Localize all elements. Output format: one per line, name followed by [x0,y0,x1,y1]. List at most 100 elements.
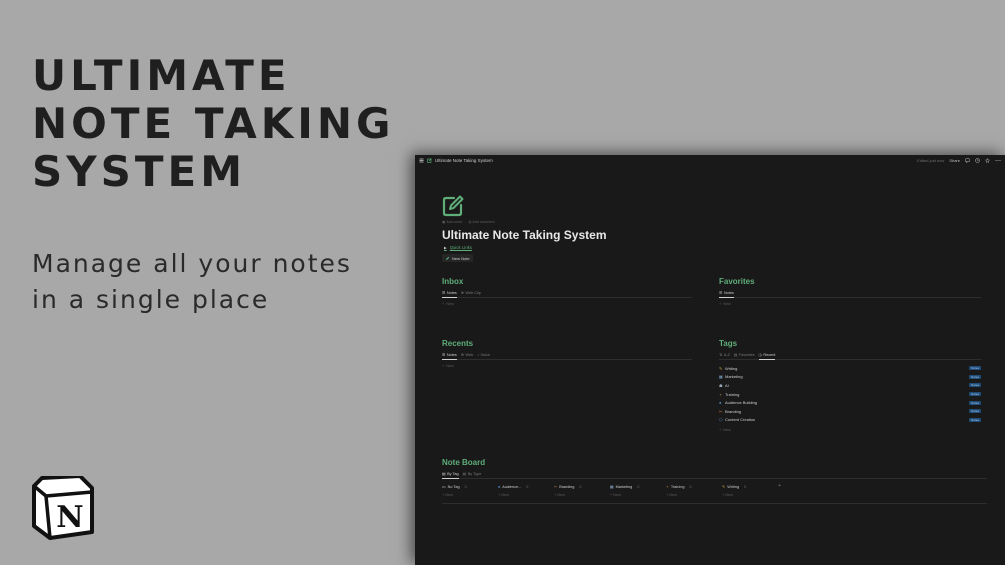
tab-recents-notes[interactable]: ☰ Notes [442,352,457,360]
hero-title-line: NOTE TAKING [32,99,395,148]
new-label: New [445,493,453,497]
inbox-section: Inbox ☰ Notes ⊕ Web Clip + New [442,277,692,306]
tags-new-button[interactable]: + New [719,428,981,432]
tab-favorites-notes[interactable]: ☰ Notes [719,290,734,298]
inbox-new-button[interactable]: + New [442,302,692,306]
page-meta-actions: ▣ Add cover ◍ Add comment [442,220,495,224]
board-new-button[interactable]: + New [498,493,554,497]
board-new-button[interactable]: + New [666,493,722,497]
notes-badge[interactable]: Notes [969,374,981,379]
note-edit-icon[interactable] [442,195,464,217]
board-new-button[interactable]: + New [442,493,498,497]
board-column-header[interactable]: ● Audience... 0 [498,483,554,490]
list-item[interactable]: ☗ AI Notes [719,381,981,390]
notion-logo-letter: N [56,500,83,535]
clock-icon[interactable] [975,158,980,163]
board-column: ▦ Marketing 0 + New [610,483,666,498]
list-item[interactable]: ▦ Marketing Notes [719,373,981,382]
list-item[interactable]: ♆ Training Notes [719,390,981,399]
tag-name[interactable]: Content Creation [725,417,755,422]
star-icon[interactable] [985,158,990,163]
notes-badge[interactable]: Notes [969,400,981,405]
new-label: New [446,302,454,306]
list-item[interactable]: ✂ Branding Notes [719,407,981,416]
column-count: 0 [637,484,640,489]
board-column-header[interactable]: ▦ Marketing 0 [610,483,666,490]
hero-title: ULTIMATE NOTE TAKING SYSTEM [32,52,395,196]
toggle-triangle-icon[interactable]: ▶ [444,246,447,250]
tab-board-by-type[interactable]: ▤ By Type [463,471,482,477]
tag-name[interactable]: Marketing [725,374,743,379]
more-icon[interactable] [995,158,1001,163]
chart-icon: ▦ [610,485,614,489]
favorites-tabs: ☰ Notes [719,290,981,298]
recents-section: Recents ☰ Notes ⊕ Web ♪ Voice + New [442,339,692,368]
tab-inbox-web-clip[interactable]: ⊕ Web Clip [461,290,481,296]
hero-subtitle-line: Manage all your notes [32,249,352,278]
favorites-title: Favorites [719,277,755,286]
board-column: ✂ Branding 0 + New [554,483,610,498]
tab-label: By Tag [447,471,459,476]
board-column-header[interactable]: ✎ Writing 0 [722,483,778,490]
add-cover-button[interactable]: ▣ Add cover [442,220,462,224]
tools-icon: ✂ [554,485,558,489]
tab-board-by-tag[interactable]: ▤ By Tag [442,471,459,479]
tab-recents-web[interactable]: ⊕ Web [461,352,473,358]
quick-links-toggle[interactable]: ▶ Quick Links [444,245,472,250]
board-column: ● Audience... 0 + New [498,483,554,498]
notes-badge[interactable]: Notes [969,366,981,371]
hero-subtitle-line: in a single place [32,285,270,314]
notes-badge[interactable]: Notes [969,409,981,414]
new-note-label: New Note [452,255,470,261]
notion-app-window: Ultimate Note Taking System Edited just … [415,155,1005,565]
recents-title: Recents [442,339,474,348]
tag-name[interactable]: Writing [725,366,737,371]
inbox-tabs: ☰ Notes ⊕ Web Clip [442,290,692,298]
new-label: New [723,428,731,433]
add-comment-button[interactable]: ◍ Add comment [468,220,494,224]
audience-icon: ● [498,484,501,489]
tab-tags-favorites[interactable]: ▤ Favorites [734,352,755,358]
tag-name[interactable]: AI [725,383,729,388]
comment-icon[interactable] [965,158,970,163]
tab-tags-recent[interactable]: ◷ Recent [758,352,775,360]
list-item[interactable]: ⬡ Content Creation Notes [719,416,981,425]
tab-inbox-notes[interactable]: ☰ Notes [442,290,457,298]
tab-recents-voice[interactable]: ♪ Voice [477,352,490,357]
notes-badge[interactable]: Notes [969,383,981,388]
board-new-button[interactable]: + New [554,493,610,497]
share-button[interactable]: Share [949,158,960,163]
notes-badge[interactable]: Notes [969,417,981,422]
tab-label: Notes [446,352,457,357]
board-new-button[interactable]: + New [722,493,778,497]
notes-badge[interactable]: Notes [969,392,981,397]
breadcrumb-title[interactable]: Ultimate Note Taking System [435,158,493,163]
pencil-icon [446,256,450,260]
inbox-title: Inbox [442,277,464,286]
tag-name[interactable]: Training [725,392,739,397]
add-group-button[interactable]: + [778,483,788,497]
column-name: Marketing [615,484,633,489]
board-column: ✎ Writing 0 + New [722,483,778,498]
new-note-button[interactable]: New Note [442,254,473,262]
board-column-header[interactable]: ✂ Branding 0 [554,483,610,490]
favorites-new-button[interactable]: + New [719,302,981,306]
page-title[interactable]: Ultimate Note Taking System [442,228,606,242]
tab-label: By Type [467,471,482,476]
board-column-header[interactable]: ▭ No Tag 0 [442,483,498,490]
tab-tags-a-z[interactable]: ⇅ A-Z [719,352,730,358]
tag-name[interactable]: Branding [725,409,741,414]
breadcrumb[interactable]: Ultimate Note Taking System [419,158,493,163]
list-item[interactable]: ● Audience Building Notes [719,398,981,407]
board-column: ▭ No Tag 0 + New [442,483,498,498]
tag-name[interactable]: Audience Building [725,400,757,405]
recents-new-button[interactable]: + New [442,364,692,368]
list-item[interactable]: ✎ Writing Notes [719,364,981,373]
column-count: 0 [689,484,692,489]
add-comment-label: Add comment [472,220,495,224]
board-column-header[interactable]: ♆ Training 0 [666,483,722,490]
board-columns: ▭ No Tag 0 + New ● Audience... 0 + New ✂ Bran… [442,483,987,497]
menu-icon[interactable] [419,158,424,163]
quick-links-label[interactable]: Quick Links [450,245,472,250]
board-new-button[interactable]: + New [610,493,666,497]
